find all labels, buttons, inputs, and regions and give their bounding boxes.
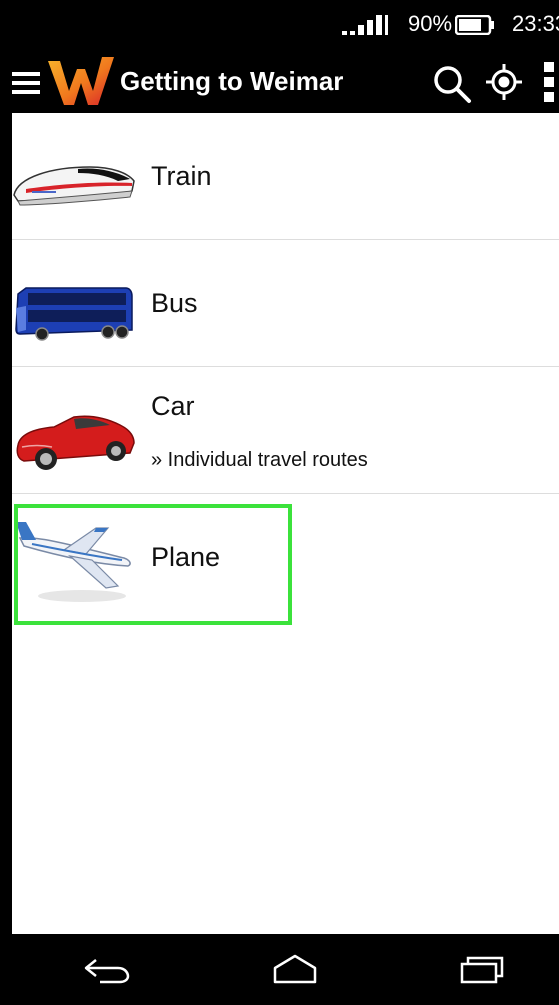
locate-icon[interactable] [486,64,522,100]
list-item-label: Train [151,161,212,191]
app-title: Getting to Weimar [120,66,344,96]
app-bar: Getting to Weimar [0,50,559,113]
menu-icon[interactable] [12,71,40,95]
list-item-label: Bus [151,288,198,318]
device-edge [0,0,12,1005]
list-item-plane[interactable]: Plane [12,494,559,620]
list-item-car[interactable]: Car » Individual travel routes [12,367,559,494]
train-image [13,166,135,206]
list-item-label: Plane [151,542,221,572]
home-icon[interactable] [270,952,320,986]
battery-percent: 90% [408,11,453,36]
battery-icon [455,15,494,35]
search-icon[interactable] [432,64,472,104]
transport-list: Train Bus Car » Individual travel routes… [12,113,559,620]
back-icon[interactable] [82,952,132,986]
list-item-train[interactable]: Train [12,113,559,240]
status-bar: 90% 23:33 [0,0,559,50]
bus-image [15,287,133,341]
plane-image [16,522,131,602]
individual-travel-routes-link[interactable]: » Individual travel routes [151,449,368,472]
weimar-logo [48,57,114,105]
clock: 23:33 [512,11,559,36]
navigation-bar [12,934,559,1005]
list-item-label: Car [151,391,195,421]
recent-apps-icon[interactable] [458,952,508,986]
overflow-menu-icon[interactable] [541,60,557,104]
signal-icon [342,15,388,35]
car-image [16,415,135,470]
list-item-bus[interactable]: Bus [12,240,559,367]
app-screen: 90% 23:33 Getting to Weimar [0,0,559,1005]
